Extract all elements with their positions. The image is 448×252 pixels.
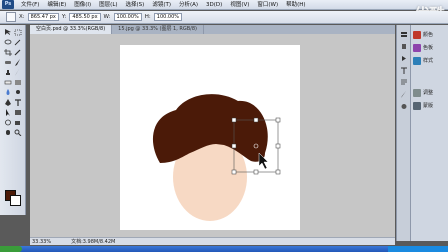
eraser-tool-icon[interactable] <box>4 79 12 86</box>
type-tool-icon[interactable] <box>14 99 22 106</box>
document-canvas[interactable] <box>120 45 300 230</box>
panel-swatches-label: 色板 <box>423 45 434 51</box>
lasso-tool-icon[interactable] <box>4 39 12 46</box>
menu-file[interactable]: 文件(F) <box>17 0 43 10</box>
panel-color[interactable]: 颜色 <box>412 29 448 40</box>
height-field[interactable]: 100.00% <box>153 13 183 21</box>
panel-masks[interactable]: 蒙版 <box>412 100 448 111</box>
3d-camera-icon[interactable] <box>14 119 22 126</box>
history-dock-icon[interactable] <box>400 43 408 50</box>
menu-analysis[interactable]: 分析(A) <box>175 0 202 10</box>
toolbox <box>0 25 26 215</box>
tab-blank-psd[interactable]: 空白页.psd @ 33.3%(RGB/8) <box>30 25 113 34</box>
menu-window[interactable]: 窗口(W) <box>253 0 282 10</box>
height-label: H: <box>144 14 151 20</box>
menu-help[interactable]: 帮助(H) <box>282 0 309 10</box>
document-size: 文档:3.98M/8.42M <box>71 239 116 245</box>
brush-tool-icon[interactable] <box>14 59 22 66</box>
menu-bar: Ps 文件(F) 编辑(E) 图像(I) 图层(L) 选择(S) 滤镜(T) 分… <box>0 0 448 10</box>
crop-tool-icon[interactable] <box>4 49 12 56</box>
panel-dock <box>396 25 410 241</box>
transform-handle <box>231 143 237 149</box>
move-tool-icon[interactable] <box>4 29 12 36</box>
panel-swatches[interactable]: 色板 <box>412 42 448 53</box>
gradient-tool-icon[interactable] <box>14 79 22 86</box>
pen-tool-icon[interactable] <box>4 99 12 106</box>
paragraph-dock-icon[interactable] <box>400 79 408 86</box>
marquee-tool-icon[interactable] <box>14 29 22 36</box>
color-icon <box>413 30 421 39</box>
transform-handle <box>231 169 237 175</box>
clone-stamp-icon[interactable] <box>4 69 12 76</box>
background-color-swatch[interactable] <box>10 195 21 206</box>
tool-preset-picker[interactable] <box>6 12 16 22</box>
blur-tool-icon[interactable] <box>4 89 12 96</box>
menu-image[interactable]: 图像(I) <box>70 0 95 10</box>
adjustments-icon <box>413 88 421 97</box>
eyedropper-icon[interactable] <box>14 49 22 56</box>
y-position-field[interactable]: 485.50 px <box>69 13 101 21</box>
menu-layer[interactable]: 图层(L) <box>95 0 121 10</box>
magic-wand-icon[interactable] <box>14 39 22 46</box>
x-position-field[interactable]: 865.47 px <box>27 13 59 21</box>
photoshop-logo: Ps <box>2 0 14 9</box>
windows-taskbar <box>0 246 448 252</box>
y-label: Y: <box>61 14 67 20</box>
x-label: X: <box>19 14 25 20</box>
width-field[interactable]: 100.00% <box>113 13 142 21</box>
tab-15-jpg[interactable]: 15.jpg @ 33.3% (图层 1, RGB/8) <box>112 25 204 34</box>
transform-handle <box>253 169 259 175</box>
character-dock-icon[interactable] <box>400 67 408 74</box>
panel-styles[interactable]: 样式 <box>412 55 448 66</box>
canvas-area: 空白页.psd @ 33.3%(RGB/8) 15.jpg @ 33.3% (图… <box>30 25 395 241</box>
menu-select[interactable]: 选择(S) <box>122 0 149 10</box>
transform-handle <box>275 169 281 175</box>
clone-source-dock-icon[interactable] <box>400 103 408 110</box>
swatches-icon <box>413 43 421 52</box>
panel-color-label: 颜色 <box>423 32 434 38</box>
path-selection-icon[interactable] <box>4 109 12 116</box>
masks-icon <box>413 101 421 110</box>
width-label: W: <box>103 14 111 20</box>
document-tabs: 空白页.psd @ 33.3%(RGB/8) 15.jpg @ 33.3% (图… <box>30 25 395 34</box>
transform-handle <box>275 117 281 123</box>
system-tray <box>388 246 448 252</box>
status-bar: 33.33% 文档:3.98M/8.42M <box>30 237 395 245</box>
panel-masks-label: 蒙版 <box>423 103 434 109</box>
hand-tool-icon[interactable] <box>4 129 12 136</box>
options-bar: X: 865.47 px Y: 485.50 px W: 100.00% H: … <box>0 11 448 24</box>
zoom-tool-icon[interactable] <box>14 129 22 136</box>
panel-styles-label: 样式 <box>423 58 434 64</box>
panel-adjustments[interactable]: 调整 <box>412 87 448 98</box>
history-brush-icon[interactable] <box>14 69 22 76</box>
dodge-tool-icon[interactable] <box>14 89 22 96</box>
zoom-level[interactable]: 33.33% <box>32 239 51 245</box>
3d-rotate-icon[interactable] <box>4 119 12 126</box>
menu-view[interactable]: 视图(V) <box>226 0 253 10</box>
panels-column: 颜色 色板 样式 调整 蒙版 <box>410 25 448 241</box>
layers-dock-icon[interactable] <box>400 31 408 38</box>
start-button[interactable] <box>0 246 22 252</box>
transform-handle <box>275 143 281 149</box>
menu-filter[interactable]: 滤镜(T) <box>148 0 175 10</box>
panel-adjustments-label: 调整 <box>423 90 434 96</box>
transform-handle <box>253 117 259 123</box>
healing-brush-icon[interactable] <box>4 59 12 66</box>
menu-3d[interactable]: 3D(D) <box>202 0 226 10</box>
actions-dock-icon[interactable] <box>400 55 408 62</box>
menu-edit[interactable]: 编辑(E) <box>43 0 70 10</box>
brushes-dock-icon[interactable] <box>400 91 408 98</box>
shape-tool-icon[interactable] <box>14 109 22 116</box>
transform-handle <box>231 117 237 123</box>
styles-icon <box>413 56 421 65</box>
